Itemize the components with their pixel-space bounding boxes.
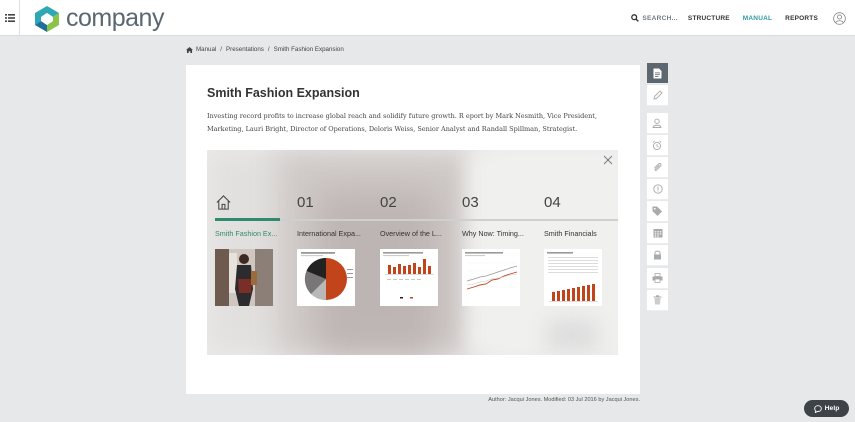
home-icon xyxy=(186,46,193,53)
info-icon xyxy=(652,184,663,194)
document-card: Smith Fashion Expansion Investing record… xyxy=(186,65,640,394)
toolbar-tag-button[interactable] xyxy=(647,201,668,222)
breadcrumb-separator: / xyxy=(220,46,223,53)
help-button[interactable]: Help xyxy=(804,400,849,417)
toolbar-info-button[interactable] xyxy=(647,179,668,200)
menu-button[interactable] xyxy=(0,0,20,36)
breadcrumb-separator: / xyxy=(267,46,270,53)
slide-label-01[interactable]: International Expa... xyxy=(297,229,361,238)
close-icon[interactable] xyxy=(603,155,613,165)
calendar-icon xyxy=(653,229,662,238)
breadcrumb-presentations[interactable]: Presentations xyxy=(226,46,264,53)
document-description: Investing record profits to increase glo… xyxy=(207,112,597,133)
breadcrumb: Manual / Presentations / Smith Fashion E… xyxy=(186,46,344,53)
slide-thumbnail-01[interactable] xyxy=(297,249,355,306)
breadcrumb-current: Smith Fashion Expansion xyxy=(273,46,344,53)
document-icon xyxy=(653,68,662,78)
slide-label-03[interactable]: Why Now: Timing... xyxy=(462,229,524,238)
page-title: Smith Fashion Expansion xyxy=(207,86,360,100)
toolbar-calendar-button[interactable] xyxy=(647,223,668,244)
printer-icon xyxy=(652,273,663,283)
logo-text: company xyxy=(66,4,164,32)
toolbar-document-button[interactable] xyxy=(647,63,668,84)
search-icon xyxy=(631,14,640,22)
tab-01-number[interactable]: 01 xyxy=(297,194,314,211)
tab-03-number[interactable]: 03 xyxy=(462,194,479,211)
main-nav: SEARCH... STRUCTURE MANUAL REPORTS xyxy=(631,0,855,36)
toolbar-print-button[interactable] xyxy=(647,268,668,289)
pencil-icon xyxy=(652,90,663,100)
logo-mark-icon xyxy=(35,5,59,32)
slide-label-02[interactable]: Overview of the L... xyxy=(380,229,442,238)
slide-thumbnail-home[interactable] xyxy=(215,249,273,306)
hamburger-icon xyxy=(4,14,15,22)
presentation-viewer: 01 02 03 04 Smith Fashion Ex... Internat… xyxy=(207,150,618,355)
nav-reports[interactable]: REPORTS xyxy=(785,15,818,22)
user-avatar-icon[interactable] xyxy=(833,11,846,25)
paperclip-icon xyxy=(654,162,662,171)
financials-chart-thumbnail xyxy=(544,249,602,306)
toolbar-delete-button[interactable] xyxy=(647,290,668,311)
top-bar: company SEARCH... STRUCTURE MANUAL REPOR… xyxy=(0,0,855,36)
toolbar-user-button[interactable] xyxy=(647,113,668,134)
lock-icon xyxy=(654,250,661,260)
trash-icon xyxy=(653,295,662,305)
chat-bubble-icon xyxy=(813,404,822,413)
slide-thumbnail-02[interactable] xyxy=(380,249,438,306)
toolbar-edit-button[interactable] xyxy=(647,85,668,106)
toolbar-alarm-button[interactable] xyxy=(647,135,668,156)
help-label: Help xyxy=(824,405,840,412)
person-icon xyxy=(652,118,662,128)
tab-04-number[interactable]: 04 xyxy=(544,194,561,211)
line-chart-thumbnail xyxy=(462,249,520,306)
slide-label-home[interactable]: Smith Fashion Ex... xyxy=(215,229,277,238)
bar-chart-thumbnail xyxy=(380,249,438,306)
tab-02-number[interactable]: 02 xyxy=(380,194,397,211)
nav-structure[interactable]: STRUCTURE xyxy=(688,15,730,22)
active-tab-indicator xyxy=(215,218,280,221)
search-label: SEARCH... xyxy=(642,14,678,22)
search-button[interactable]: SEARCH... xyxy=(631,14,678,22)
tab-home-icon[interactable] xyxy=(215,194,232,211)
fashion-photo-image xyxy=(215,249,273,306)
pie-chart-thumbnail xyxy=(297,249,355,306)
toolbar-lock-button[interactable] xyxy=(647,245,668,266)
toolbar-attachment-button[interactable] xyxy=(647,157,668,178)
author-info: Author: Jacqui Jones. Modified: 03 Jul 2… xyxy=(488,397,640,403)
slide-label-04[interactable]: Smith Financials xyxy=(544,229,597,238)
tag-icon xyxy=(652,206,662,216)
alarm-icon xyxy=(652,140,662,150)
slide-thumbnail-04[interactable] xyxy=(544,249,602,306)
company-logo[interactable]: company xyxy=(33,4,164,33)
slide-thumbnail-03[interactable] xyxy=(462,249,520,306)
nav-manual[interactable]: MANUAL xyxy=(743,15,772,22)
breadcrumb-manual[interactable]: Manual xyxy=(196,46,216,53)
